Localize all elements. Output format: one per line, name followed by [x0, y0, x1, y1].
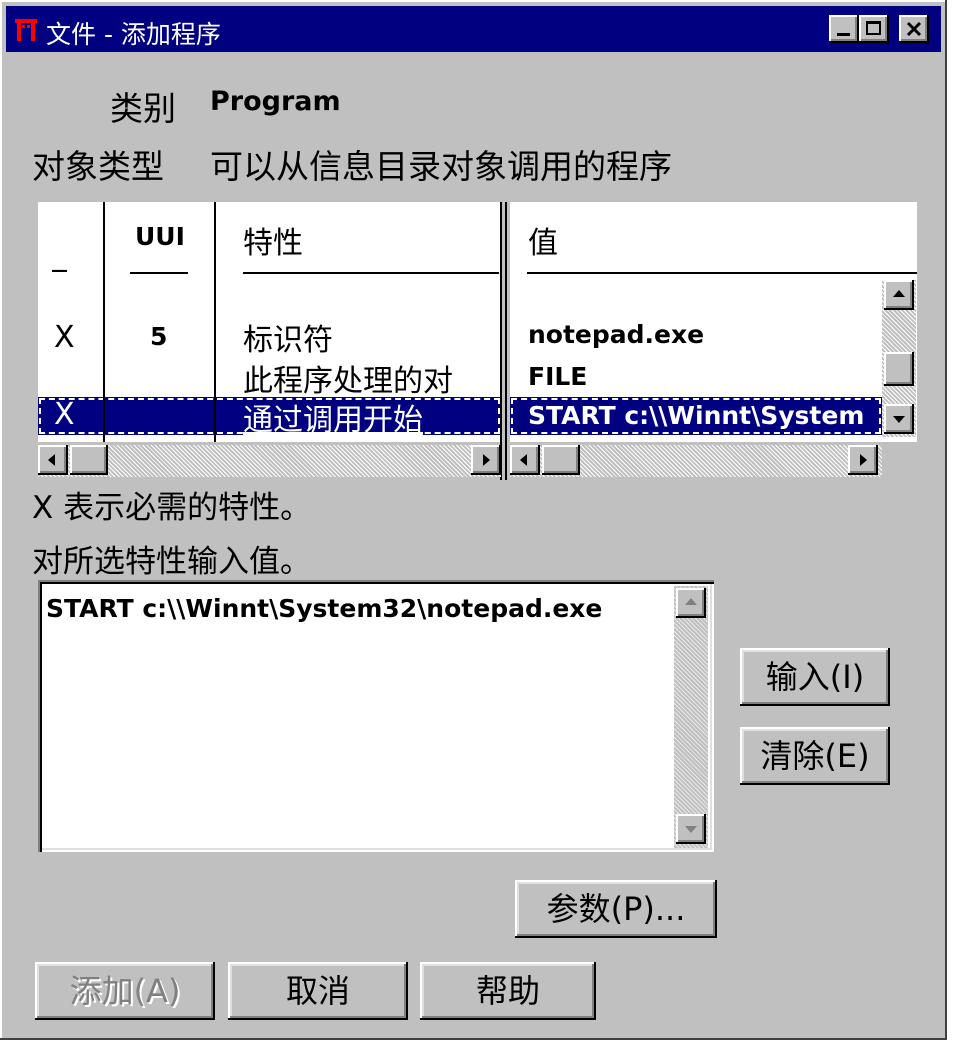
arrow-down-icon: [893, 416, 905, 423]
maximize-icon: [866, 21, 881, 35]
pane-splitter[interactable]: [500, 202, 502, 480]
header-underline-property: [243, 272, 499, 274]
enter-button[interactable]: 输入(I): [740, 648, 890, 706]
arrow-down-icon: [685, 826, 697, 833]
arrow-right-icon: [483, 454, 490, 466]
scroll-thumb[interactable]: [70, 445, 108, 475]
row-value[interactable]: FILE: [528, 362, 587, 391]
column-divider: [103, 202, 105, 442]
params-button[interactable]: 参数(P)...: [515, 880, 717, 938]
row-property[interactable]: 通过调用开始: [243, 395, 423, 439]
clear-button[interactable]: 清除(E): [740, 727, 890, 785]
required-note: X 表示必需的特性。: [32, 490, 312, 526]
title-bar[interactable]: 文件 - 添加程序: [6, 6, 941, 52]
category-label: 类别: [110, 89, 176, 128]
row-property[interactable]: 标识符: [243, 315, 333, 359]
object-type-label: 对象类型: [32, 147, 164, 186]
add-program-dialog: 文件 - 添加程序 类别 Program 对象类型 可以从信息目录对象调用的程序…: [0, 0, 947, 1040]
pane-splitter[interactable]: [505, 202, 507, 480]
help-button-label: 帮助: [475, 972, 540, 1010]
scroll-thumb[interactable]: [542, 445, 580, 475]
value-text[interactable]: START c:\\Winnt\System32\notepad.exe: [46, 594, 602, 623]
row-required: X: [54, 320, 75, 355]
row-uui: 5: [150, 322, 168, 351]
arrow-up-icon: [685, 598, 697, 605]
object-type-value: 可以从信息目录对象调用的程序: [210, 147, 672, 186]
clear-button-label: 清除(E): [760, 737, 870, 775]
row-required: X: [54, 397, 75, 432]
header-property[interactable]: 特性: [243, 218, 303, 262]
row-property[interactable]: 此程序处理的对: [243, 356, 499, 400]
enter-button-label: 输入(I): [765, 658, 865, 696]
cancel-button-label: 取消: [285, 972, 350, 1010]
input-label: 对所选特性输入值。: [32, 544, 311, 580]
arrow-left-icon: [48, 454, 55, 466]
minimize-icon: [837, 33, 850, 36]
scroll-left-button[interactable]: [38, 445, 68, 475]
column-divider: [214, 202, 216, 442]
close-icon: [906, 21, 922, 37]
scroll-down-button[interactable]: [676, 814, 706, 844]
cancel-button[interactable]: 取消: [228, 962, 408, 1020]
arrow-left-icon: [520, 454, 527, 466]
add-button-label: 添加(A): [69, 972, 181, 1010]
header-required: _: [52, 238, 67, 273]
params-button-label: 参数(P)...: [546, 890, 686, 928]
help-button[interactable]: 帮助: [420, 962, 596, 1020]
header-value[interactable]: 值: [528, 218, 558, 262]
row-value[interactable]: START c:\\Winnt\System: [528, 401, 880, 430]
header-underline-uui: [130, 272, 188, 274]
header-underline-value: [527, 272, 917, 274]
minimize-button[interactable]: [829, 15, 859, 43]
textarea-vscrollbar[interactable]: [674, 586, 708, 848]
row-value[interactable]: notepad.exe: [528, 320, 704, 349]
category-value: Program: [210, 86, 341, 117]
value-textarea[interactable]: START c:\\Winnt\System32\notepad.exe: [38, 580, 714, 852]
close-button[interactable]: [899, 15, 929, 43]
arrow-right-icon: [860, 454, 867, 466]
scroll-up-button[interactable]: [884, 280, 914, 310]
header-uui[interactable]: UUI: [135, 222, 185, 251]
app-icon: [14, 16, 38, 42]
arrow-up-icon: [893, 290, 905, 297]
add-button[interactable]: 添加(A): [35, 962, 215, 1020]
scroll-down-button[interactable]: [884, 404, 914, 434]
scroll-right-button[interactable]: [471, 445, 501, 475]
scroll-left-button[interactable]: [510, 445, 540, 475]
scroll-thumb[interactable]: [884, 352, 914, 386]
maximize-button[interactable]: [859, 15, 889, 43]
scroll-right-button[interactable]: [848, 445, 878, 475]
scroll-up-button[interactable]: [676, 588, 706, 618]
window-title: 文件 - 添加程序: [46, 20, 221, 49]
